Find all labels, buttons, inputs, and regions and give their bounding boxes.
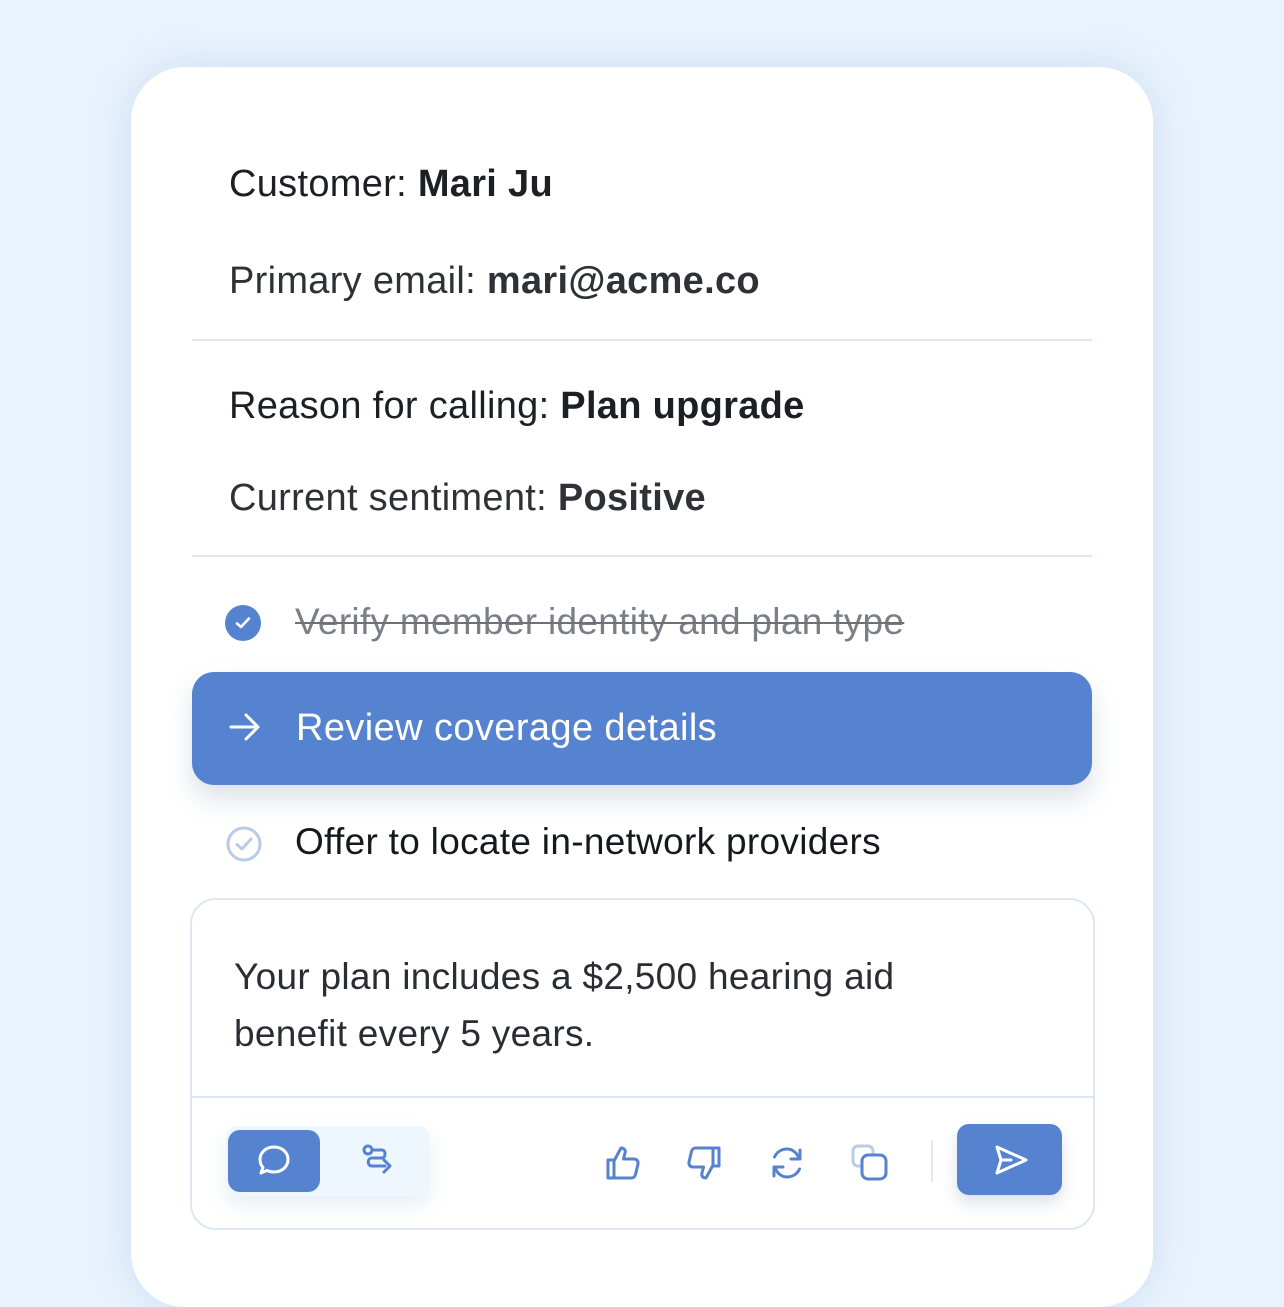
chat-mode-button[interactable] — [228, 1130, 320, 1192]
email-value: mari@acme.co — [486, 260, 760, 302]
divider — [192, 339, 1092, 341]
divider — [192, 555, 1092, 557]
thumbs-down-button[interactable] — [684, 1143, 724, 1183]
mode-toggle — [226, 1126, 430, 1196]
suggested-response-text[interactable]: Your plan includes a $2,500 hearing aid … — [234, 948, 1014, 1062]
refresh-icon — [772, 1147, 802, 1179]
email-line: Primary email: mari@acme.co — [229, 260, 760, 303]
check-circle-outline-icon — [225, 825, 263, 872]
thumbs-up-icon — [606, 1146, 640, 1180]
task-label: Verify member identity and plan type — [295, 601, 905, 642]
customer-line: Customer: Mari Ju — [229, 163, 553, 206]
arrow-right-icon — [228, 712, 262, 747]
thumbs-up-button[interactable] — [603, 1143, 643, 1183]
reason-label: Reason for calling: — [229, 385, 550, 427]
send-icon — [995, 1145, 1028, 1175]
check-circle-filled-icon — [225, 605, 261, 641]
divider — [192, 1096, 1093, 1098]
email-label: Primary email: — [229, 260, 477, 302]
sentiment-line: Current sentiment: Positive — [229, 477, 706, 520]
suggested-response-panel: Your plan includes a $2,500 hearing aid … — [190, 898, 1095, 1230]
refresh-button[interactable] — [767, 1143, 807, 1183]
copy-icon — [851, 1144, 888, 1181]
route-icon — [362, 1144, 392, 1174]
reason-value: Plan upgrade — [560, 385, 805, 427]
copy-button[interactable] — [850, 1143, 890, 1183]
thumbs-down-icon — [687, 1146, 721, 1180]
chat-bubble-icon — [258, 1145, 290, 1175]
customer-name: Mari Ju — [417, 163, 553, 205]
task-label: Review coverage details — [296, 707, 718, 749]
sentiment-value: Positive — [557, 477, 706, 519]
customer-label: Customer: — [229, 163, 407, 205]
reason-line: Reason for calling: Plan upgrade — [229, 385, 805, 428]
route-mode-button[interactable] — [332, 1130, 424, 1192]
sentiment-label: Current sentiment: — [229, 477, 547, 519]
task-item-review-coverage[interactable]: Review coverage details — [192, 672, 1092, 785]
task-label: Offer to locate in-network providers — [295, 821, 881, 862]
divider — [931, 1140, 933, 1182]
send-button[interactable] — [957, 1124, 1062, 1195]
call-assistant-card: Customer: Mari Ju Primary email: mari@ac… — [131, 67, 1153, 1307]
